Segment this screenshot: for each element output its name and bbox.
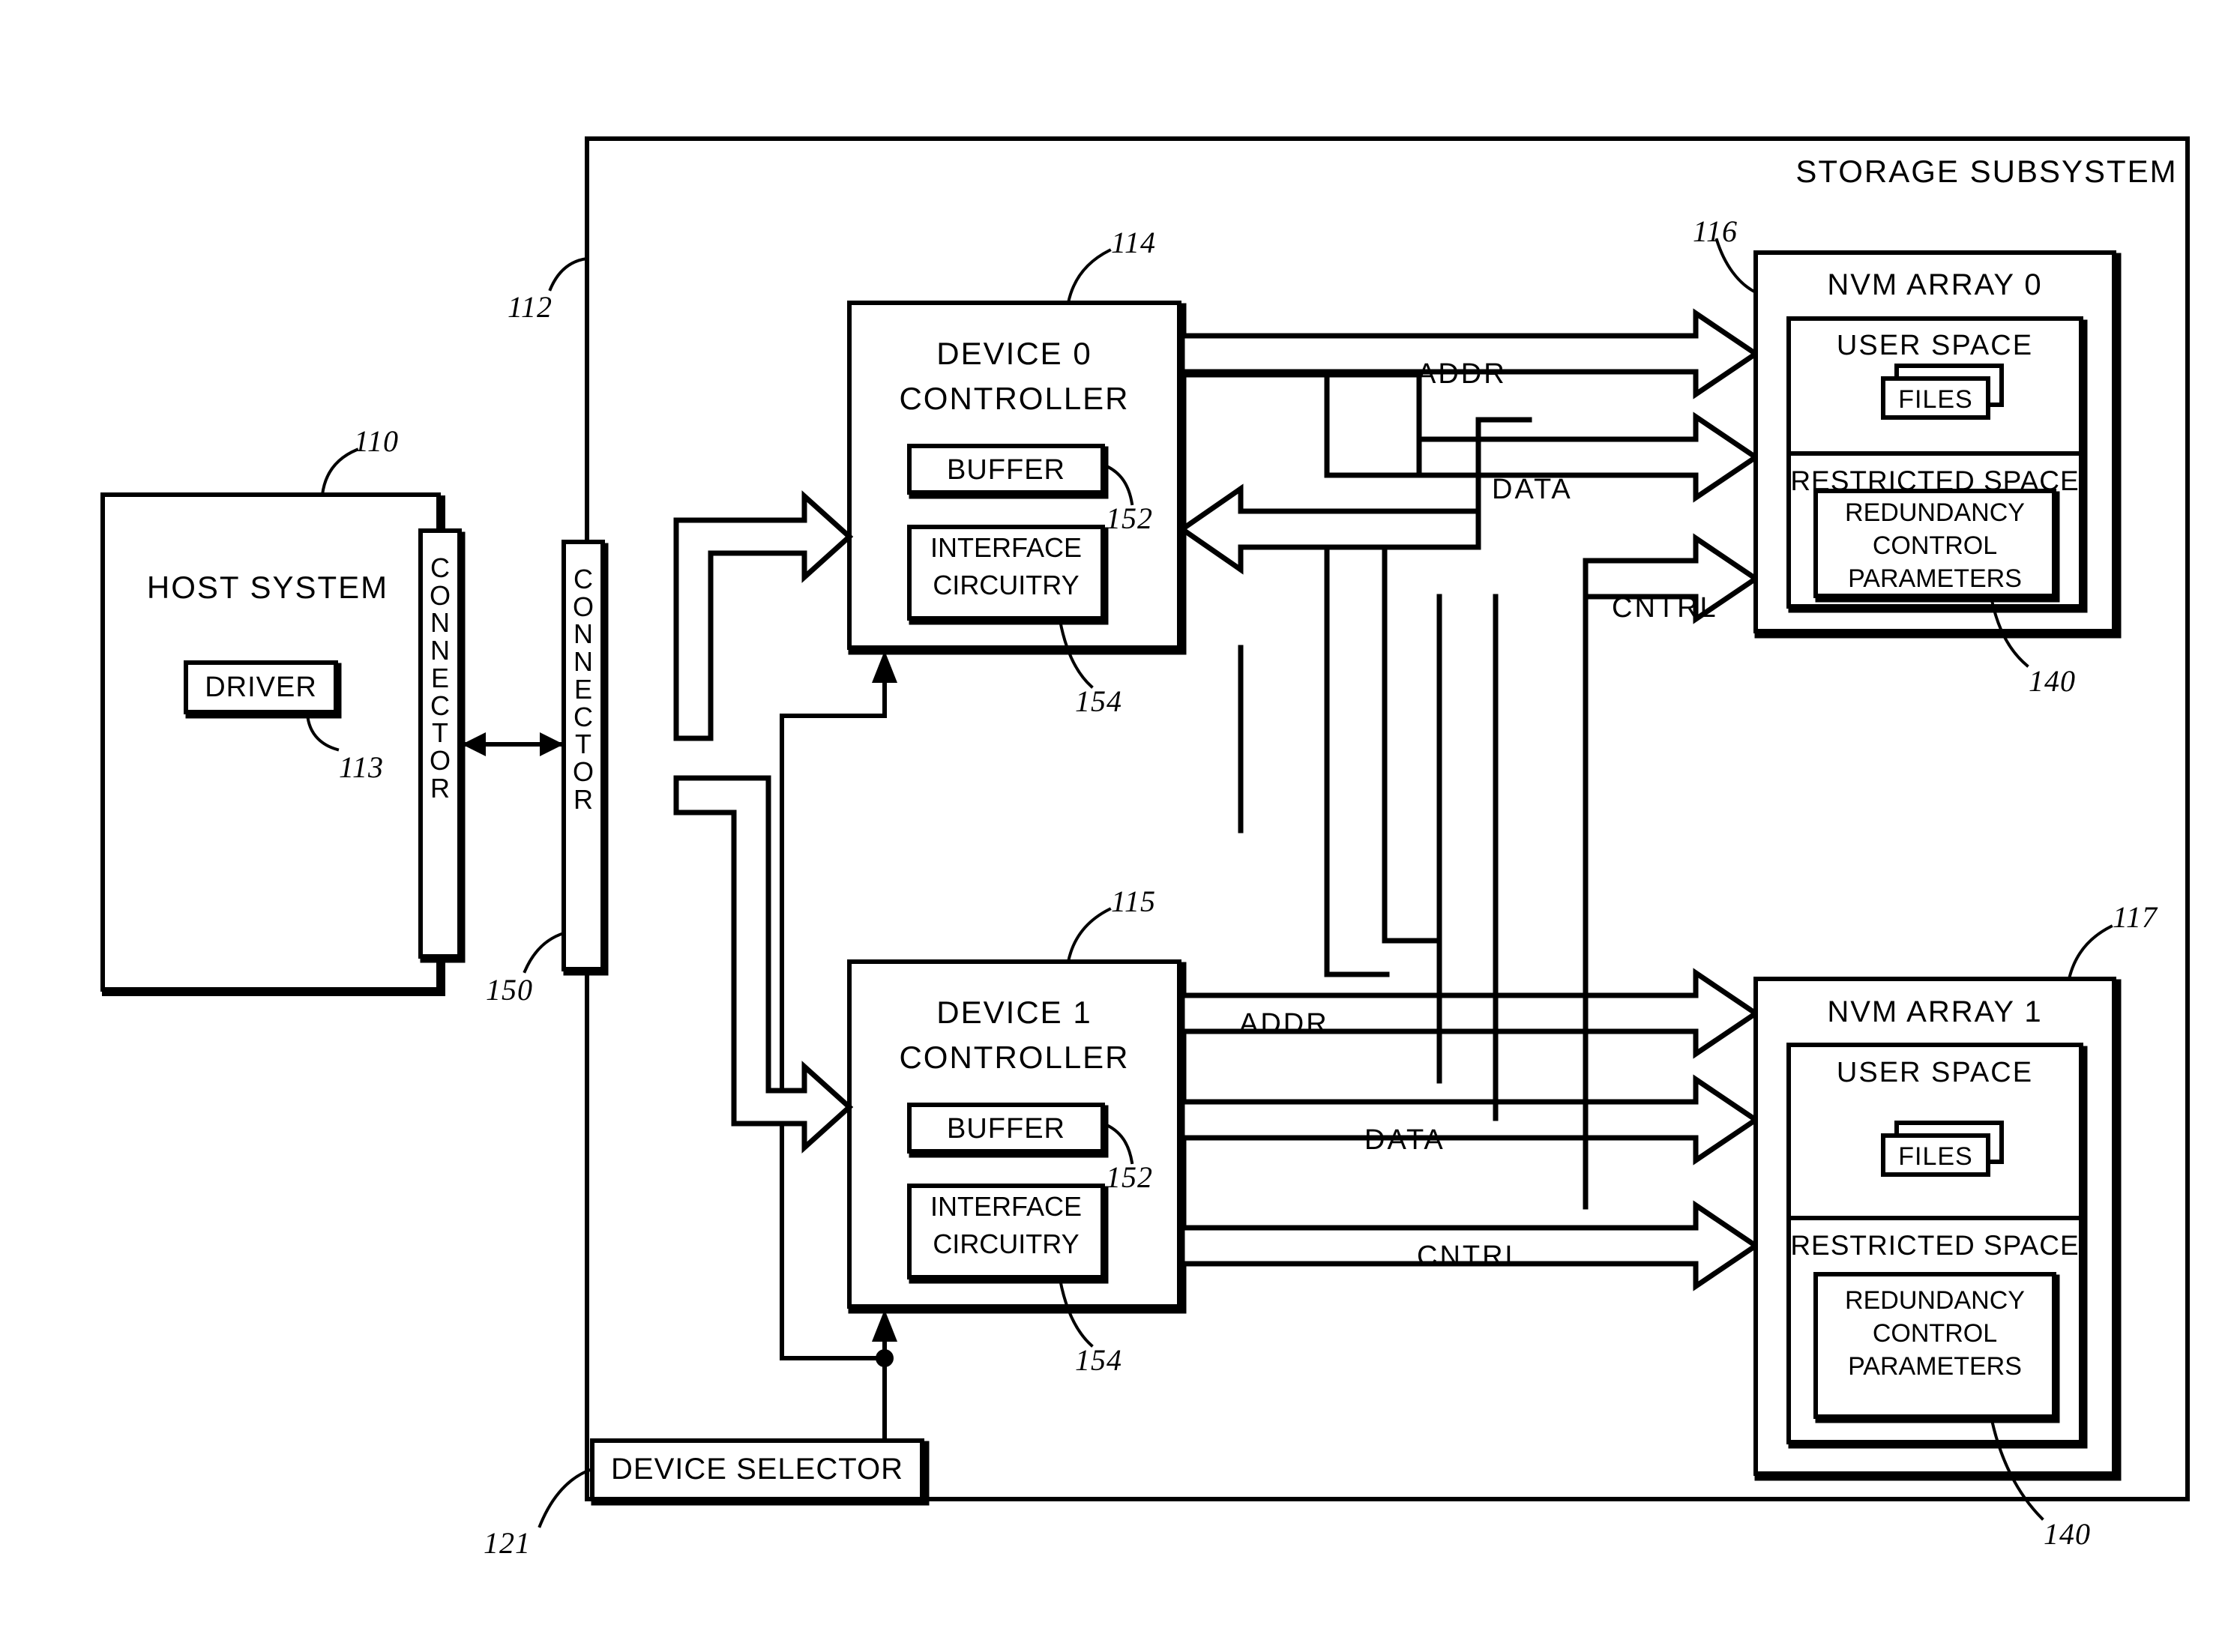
bus-addr1-label: ADDR <box>1239 1008 1329 1040</box>
nvm-array1-params-box <box>1813 1272 2056 1419</box>
ref-device0-152: 152 <box>1106 501 1153 535</box>
ref-array0-140: 140 <box>2029 664 2076 698</box>
ref-115-leader <box>1066 907 1112 964</box>
ref-121: 121 <box>484 1526 531 1560</box>
ref-114-leader <box>1066 248 1112 305</box>
ref-113: 113 <box>339 750 385 784</box>
bus-cntrl0-label: CNTRL <box>1612 592 1718 624</box>
ref-150-leader <box>523 931 566 974</box>
ref-device0-154: 154 <box>1075 684 1122 718</box>
driver-box <box>184 660 338 714</box>
ref-117: 117 <box>2113 900 2158 934</box>
device1-buffer-box <box>907 1103 1105 1154</box>
subsystem-connector-label: CONNECTOR <box>572 564 594 815</box>
patent-figure-page: STORAGE SUBSYSTEM HOST SYSTEM DRIVER CON… <box>0 0 2240 1652</box>
bus-data1-label: DATA <box>1364 1124 1445 1156</box>
ref-121-leader <box>538 1467 594 1528</box>
ref-117-leader <box>2067 924 2113 981</box>
nvm-array0-params-box <box>1813 489 2056 598</box>
cross-channel-a <box>1324 544 1390 977</box>
bus-data0-riser-inner <box>1324 372 1422 478</box>
ref-110: 110 <box>354 424 400 458</box>
connector-link-arrow-right <box>540 732 564 756</box>
bus-cntrl1-label: CNTRL <box>1417 1240 1523 1272</box>
ref-112: 112 <box>508 290 553 324</box>
ref-116: 116 <box>1693 214 1738 248</box>
ref-device1-154: 154 <box>1075 1343 1122 1377</box>
selector-junction-dot <box>876 1349 894 1367</box>
ref-114: 114 <box>1111 226 1157 259</box>
ref-array1-140: 140 <box>2044 1517 2091 1551</box>
connector-to-device1-arrow-shape <box>673 775 854 1154</box>
bus-data0-return-arrow <box>1177 483 1481 575</box>
bus-data1-arrow <box>1179 1074 1761 1166</box>
bus-data0-riser-left <box>1179 372 1422 442</box>
cross-channel-b <box>1382 544 1442 944</box>
host-connector-label: CONNECTOR <box>429 552 451 804</box>
ref-device1-152: 152 <box>1106 1160 1153 1194</box>
nvm-array1-files-front <box>1881 1133 1990 1177</box>
connector-link-arrow-left <box>462 732 486 756</box>
ref-110-leader <box>320 447 359 497</box>
selector-arrow-device0 <box>872 651 897 683</box>
bus-data0-arrow <box>1416 412 1761 503</box>
bus-data0-label: DATA <box>1492 474 1573 505</box>
ref-150: 150 <box>486 973 533 1007</box>
ref-115: 115 <box>1111 884 1157 918</box>
device0-buffer-box <box>907 444 1105 495</box>
selector-arrow-device1 <box>872 1309 897 1342</box>
device0-interface-box <box>907 525 1105 621</box>
connector-to-device0-block-arrow <box>673 490 854 741</box>
device1-interface-box <box>907 1184 1105 1279</box>
nvm-array0-files-front <box>1881 376 1990 420</box>
device-selector-box <box>590 1438 924 1501</box>
bus-addr0-label: ADDR <box>1417 358 1507 390</box>
ref-112-leader <box>548 256 589 292</box>
host-system-box <box>100 492 441 992</box>
